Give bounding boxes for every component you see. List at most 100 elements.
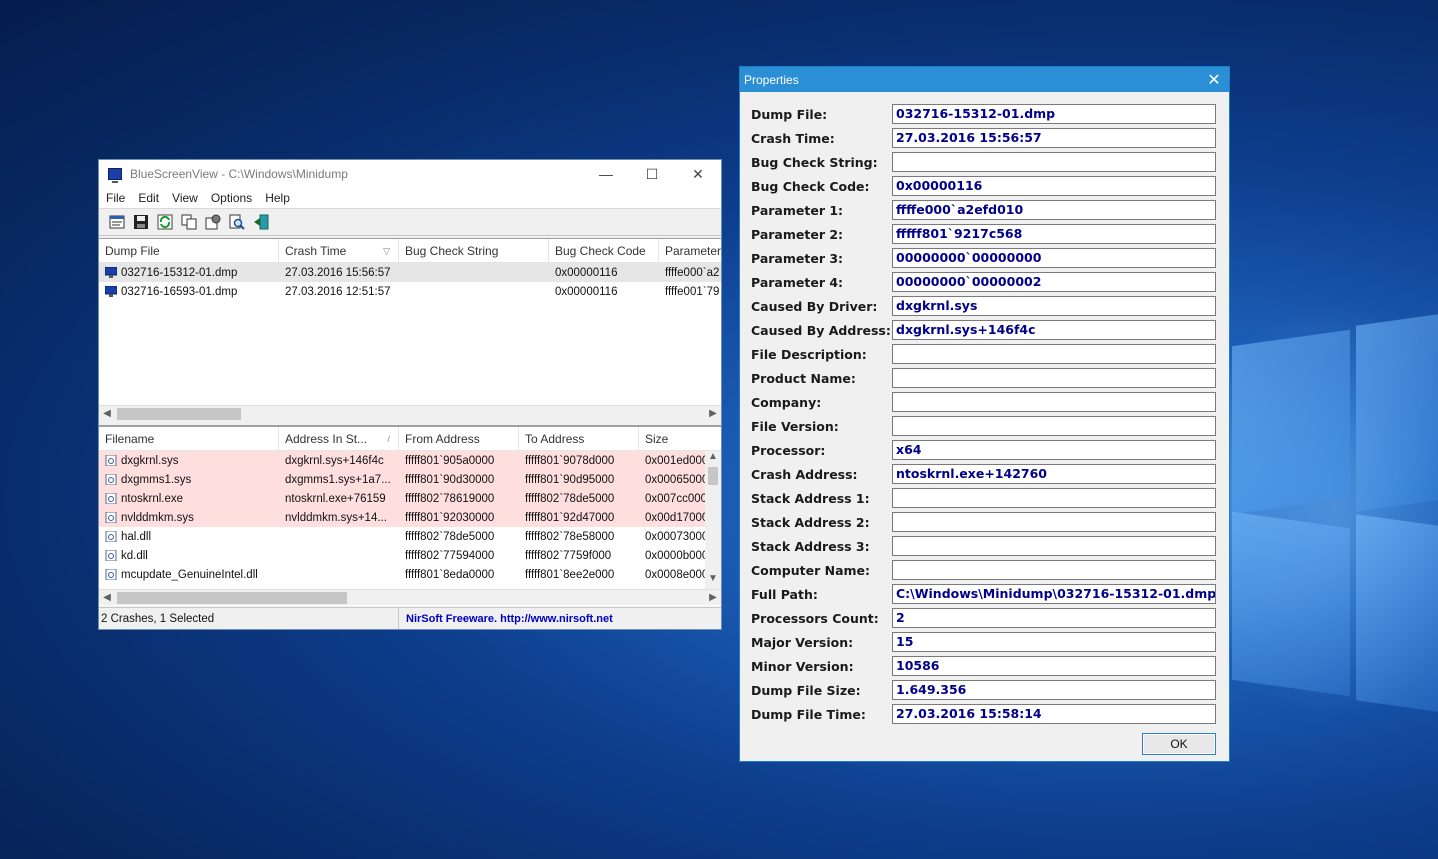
property-row: Minor Version: 10586	[740, 656, 1229, 676]
property-value-field[interactable]: 1.649.356	[892, 680, 1216, 700]
property-value-field[interactable]	[892, 416, 1216, 436]
property-value-field[interactable]: 2	[892, 608, 1216, 628]
property-value-field[interactable]: 00000000`00000002	[892, 272, 1216, 292]
property-value-field[interactable]: 27.03.2016 15:58:14	[892, 704, 1216, 724]
property-value-field[interactable]: C:\Windows\Minidump\032716-15312-01.dmp	[892, 584, 1216, 604]
scroll-left-icon[interactable]: ◀	[99, 408, 115, 419]
cell-to: fffff802`78e58000	[525, 530, 615, 543]
property-value-field[interactable]: 27.03.2016 15:56:57	[892, 128, 1216, 148]
properties-dialog: Properties ✕ Dump File: 032716-15312-01.d…	[739, 66, 1230, 762]
property-value-field[interactable]	[892, 344, 1216, 364]
property-value-field[interactable]: dxgkrnl.sys	[892, 296, 1216, 316]
column-address-in-stack[interactable]: Address In St... /	[279, 427, 399, 450]
module-list-vscrollbar[interactable]: ▲ ▼	[705, 451, 721, 589]
close-icon[interactable]: ✕	[1199, 67, 1229, 92]
module-row[interactable]: hal.dll fffff802`78de5000 fffff802`78e5800…	[99, 527, 721, 546]
property-value-field[interactable]	[892, 512, 1216, 532]
property-value-field[interactable]	[892, 488, 1216, 508]
module-row[interactable]: dxgkrnl.sys dxgkrnl.sys+146f4c fffff801`90…	[99, 451, 721, 470]
module-row[interactable]: ntoskrnl.exe ntoskrnl.exe+76159 fffff802`7…	[99, 489, 721, 508]
title-bar[interactable]: BlueScreenView - C:\Windows\Minidump — ☐…	[99, 160, 721, 188]
scroll-down-icon[interactable]: ▼	[708, 573, 718, 589]
cell-filename: kd.dll	[99, 550, 279, 562]
windows-logo-pane	[1232, 329, 1350, 515]
column-parameter[interactable]: Parameter	[659, 239, 721, 262]
scroll-up-icon[interactable]: ▲	[708, 451, 718, 467]
menu-bar: File Edit View Options Help	[99, 188, 721, 209]
advanced-options-icon[interactable]	[203, 213, 222, 232]
nirsoft-link[interactable]: NirSoft Freeware. http://www.nirsoft.net	[399, 613, 613, 625]
module-list-hscrollbar[interactable]: ◀ ▶	[99, 589, 721, 605]
property-value-field[interactable]: 032716-15312-01.dmp	[892, 104, 1216, 124]
search-icon[interactable]	[227, 213, 246, 232]
scroll-thumb[interactable]	[117, 592, 347, 604]
property-value-field[interactable]: x64	[892, 440, 1216, 460]
copy-icon[interactable]	[179, 213, 198, 232]
properties-icon[interactable]	[107, 213, 126, 232]
property-value-field[interactable]	[892, 392, 1216, 412]
column-to-address[interactable]: To Address	[519, 427, 639, 450]
property-value-field[interactable]: fffff801`9217c568	[892, 224, 1216, 244]
crash-list-hscrollbar[interactable]: ◀ ▶	[99, 405, 721, 421]
property-row: Parameter 3: 00000000`00000000	[740, 248, 1229, 268]
cell-size: 0x0008e000	[645, 568, 705, 581]
cell-filename: dxgmms1.sys	[99, 474, 279, 486]
module-file-name: ntoskrnl.exe	[121, 492, 184, 505]
property-row: Stack Address 3:	[740, 536, 1229, 556]
column-address-label: Address In St...	[285, 432, 368, 446]
crash-row[interactable]: 032716-15312-01.dmp 27.03.2016 15:56:57 …	[99, 263, 721, 282]
property-row: Bug Check String:	[740, 152, 1229, 172]
property-label: Dump File Time:	[751, 706, 866, 722]
module-row[interactable]: kd.dll fffff802`77594000 fffff802`7759f000…	[99, 546, 721, 565]
property-value-field[interactable]: 0x00000116	[892, 176, 1216, 196]
column-dump-file[interactable]: Dump File	[99, 239, 279, 262]
column-crash-time[interactable]: Crash Time ▽	[279, 239, 399, 262]
refresh-icon[interactable]	[155, 213, 174, 232]
module-file-name: dxgmms1.sys	[121, 473, 192, 486]
cell-from: fffff802`77594000	[405, 549, 495, 562]
property-value-field[interactable]	[892, 536, 1216, 556]
property-label: Bug Check String:	[751, 154, 878, 170]
menu-file[interactable]: File	[106, 191, 125, 205]
scroll-thumb[interactable]	[708, 467, 718, 485]
module-row[interactable]: mcupdate_GenuineIntel.dll fffff801`8eda00…	[99, 565, 721, 584]
ok-button[interactable]: OK	[1142, 733, 1216, 755]
exit-icon[interactable]	[251, 213, 270, 232]
property-value-field[interactable]: 10586	[892, 656, 1216, 676]
maximize-button[interactable]: ☐	[629, 160, 675, 188]
property-value-field[interactable]: 00000000`00000000	[892, 248, 1216, 268]
status-bar: 2 Crashes, 1 Selected NirSoft Freeware. …	[99, 607, 721, 629]
menu-view[interactable]: View	[172, 191, 198, 205]
column-bug-check-code[interactable]: Bug Check Code	[549, 239, 659, 262]
module-row[interactable]: nvlddmkm.sys nvlddmkm.sys+14... fffff801`9…	[99, 508, 721, 527]
scroll-right-icon[interactable]: ▶	[705, 592, 721, 603]
properties-title-bar[interactable]: Properties ✕	[740, 67, 1229, 92]
column-size[interactable]: Size	[639, 427, 705, 450]
property-label: Stack Address 3:	[751, 538, 870, 554]
module-row[interactable]: dxgmms1.sys dxgmms1.sys+1a7... fffff801`90…	[99, 470, 721, 489]
property-value-field[interactable]	[892, 560, 1216, 580]
column-from-address[interactable]: From Address	[399, 427, 519, 450]
property-row: Crash Address: ntoskrnl.exe+142760	[740, 464, 1229, 484]
menu-help[interactable]: Help	[265, 191, 290, 205]
save-icon[interactable]	[131, 213, 150, 232]
property-label: File Description:	[751, 346, 867, 362]
property-value-field[interactable]	[892, 368, 1216, 388]
crash-row[interactable]: 032716-16593-01.dmp 27.03.2016 12:51:57 …	[99, 282, 721, 301]
column-bug-check-string[interactable]: Bug Check String	[399, 239, 549, 262]
menu-options[interactable]: Options	[211, 191, 252, 205]
minimize-button[interactable]: —	[583, 160, 629, 188]
menu-edit[interactable]: Edit	[138, 191, 159, 205]
property-value-field[interactable]: ffffe000`a2efd010	[892, 200, 1216, 220]
windows-logo-pane	[1356, 314, 1438, 512]
scroll-left-icon[interactable]: ◀	[99, 592, 115, 603]
scroll-right-icon[interactable]: ▶	[705, 408, 721, 419]
scroll-thumb[interactable]	[117, 408, 241, 420]
module-file-name: mcupdate_GenuineIntel.dll	[121, 568, 258, 581]
property-value-field[interactable]	[892, 152, 1216, 172]
property-value-field[interactable]: ntoskrnl.exe+142760	[892, 464, 1216, 484]
close-button[interactable]: ✕	[675, 160, 721, 188]
property-value-field[interactable]: dxgkrnl.sys+146f4c	[892, 320, 1216, 340]
property-value-field[interactable]: 15	[892, 632, 1216, 652]
column-filename[interactable]: Filename	[99, 427, 279, 450]
